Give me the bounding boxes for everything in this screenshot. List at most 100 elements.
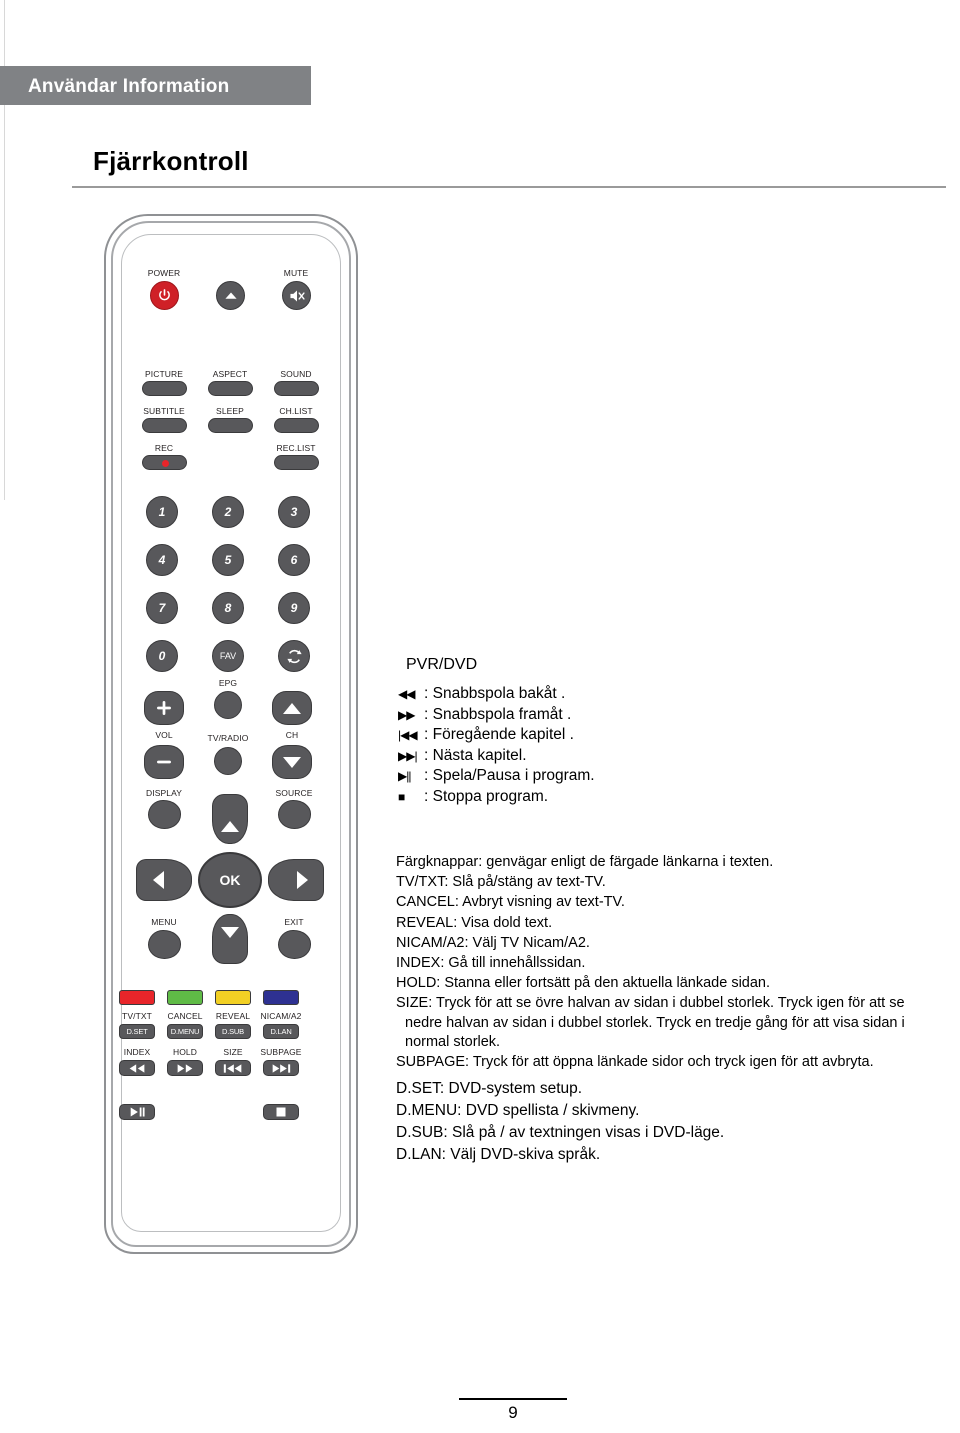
digit-4-button[interactable]: 4	[146, 544, 178, 576]
list-item: ▶▶ : Snabbspola framåt .	[398, 705, 818, 726]
sound-button[interactable]	[274, 381, 319, 396]
label-sound: SOUND	[280, 369, 312, 379]
label-ch-list: CH.LIST	[279, 406, 313, 416]
digit-7-button[interactable]: 7	[146, 592, 178, 624]
fast-forward-button[interactable]	[167, 1060, 203, 1076]
eject-icon	[224, 292, 237, 299]
d-set-button[interactable]: D.SET	[119, 1024, 155, 1039]
digit-8-button[interactable]: 8	[212, 592, 244, 624]
digit-0-button[interactable]: 0	[146, 640, 178, 672]
aspect-button[interactable]	[208, 381, 253, 396]
menu-button[interactable]	[148, 930, 181, 959]
footer-divider	[459, 1398, 567, 1400]
yellow-colour-button[interactable]	[215, 990, 251, 1005]
stop-icon: ■	[398, 789, 405, 804]
list-item-text: : Stoppa program.	[424, 787, 549, 805]
label-picture: PICTURE	[144, 369, 184, 379]
teletext-description-block: Färgknappar: genvägar enligt de färgade …	[396, 853, 926, 1166]
d-menu-button[interactable]: D.MENU	[167, 1024, 203, 1039]
next-track-icon	[272, 1063, 291, 1073]
triangle-left-icon	[152, 871, 164, 889]
previous-chapter-button[interactable]	[215, 1060, 251, 1076]
remote-control-illustration: POWER MUTE PICTURE ASPECT SOUND SUBTITLE…	[104, 214, 358, 1254]
stop-icon	[276, 1107, 286, 1117]
sleep-button[interactable]	[208, 418, 253, 433]
picture-button[interactable]	[142, 381, 187, 396]
eject-button[interactable]	[216, 281, 245, 310]
label-vol: VOL	[155, 730, 173, 740]
label-power: POWER	[147, 268, 181, 278]
rewind-button[interactable]	[119, 1060, 155, 1076]
exit-button[interactable]	[278, 930, 311, 959]
source-button[interactable]	[278, 800, 311, 829]
digit-5-button[interactable]: 5	[212, 544, 244, 576]
page-number: 9	[508, 1403, 518, 1422]
dvd-line: D.SUB: Slå på / av textningen visas i DV…	[396, 1124, 725, 1142]
channel-up-button[interactable]	[272, 691, 312, 725]
nav-down-button[interactable]	[212, 914, 248, 964]
digit-6-button[interactable]: 6	[278, 544, 310, 576]
title-divider	[72, 186, 946, 188]
dvd-line: D.LAN: Välj DVD-skiva språk.	[396, 1146, 601, 1164]
list-item: |◀◀ : Föregående kapitel .	[398, 725, 818, 746]
nav-right-button[interactable]	[268, 859, 324, 901]
stop-button[interactable]	[263, 1104, 299, 1120]
nav-left-button[interactable]	[136, 859, 192, 901]
subtitle-button[interactable]	[142, 418, 187, 433]
play-pause-icon	[130, 1107, 145, 1117]
pvr-dvd-list: ◀◀ : Snabbspola bakåt . ▶▶ : Snabbspola …	[398, 684, 818, 807]
description-line: REVEAL: Visa dold text.	[396, 914, 553, 931]
label-subpage: SUBPAGE	[260, 1047, 302, 1057]
volume-down-button[interactable]	[144, 745, 184, 779]
next-chapter-button[interactable]	[263, 1060, 299, 1076]
label-ch: CH	[285, 730, 299, 740]
label-menu: MENU	[151, 917, 177, 927]
d-sub-button[interactable]: D.SUB	[215, 1024, 251, 1039]
blue-colour-button[interactable]	[263, 990, 299, 1005]
triangle-up-icon	[283, 702, 301, 714]
description-line: TV/TXT: Slå på/stäng av text-TV.	[396, 874, 606, 891]
play-pause-button[interactable]	[119, 1104, 155, 1120]
ch-list-button[interactable]	[274, 418, 319, 433]
list-item-text: : Snabbspola framåt .	[424, 705, 572, 723]
remote-face: POWER MUTE PICTURE ASPECT SOUND SUBTITLE…	[104, 214, 358, 1254]
pvr-dvd-heading: PVR/DVD	[406, 656, 478, 673]
description-line: SIZE: Tryck för att se övre halvan av si…	[396, 995, 905, 1050]
label-sleep: SLEEP	[216, 406, 244, 416]
volume-up-button[interactable]	[144, 691, 184, 725]
nav-up-button[interactable]	[212, 794, 248, 844]
minus-icon	[157, 760, 171, 764]
digit-1-button[interactable]: 1	[146, 496, 178, 528]
power-button[interactable]	[150, 281, 179, 310]
list-item-text: : Föregående kapitel .	[424, 726, 574, 743]
rewind-icon	[129, 1063, 145, 1073]
d-lan-button[interactable]: D.LAN	[263, 1024, 299, 1039]
rewind-icon: ◀◀	[398, 687, 415, 701]
recall-button[interactable]	[278, 640, 310, 672]
tv-radio-button[interactable]	[214, 747, 242, 775]
label-cancel: CANCEL	[167, 1011, 203, 1021]
rec-list-button[interactable]	[274, 455, 319, 470]
triangle-down-icon	[221, 926, 239, 938]
record-dot-icon	[162, 460, 169, 467]
rec-button[interactable]	[142, 455, 187, 470]
mute-speaker-icon	[289, 290, 305, 301]
description-line: HOLD: Stanna eller fortsätt på den aktue…	[396, 975, 771, 992]
label-tv-radio: TV/RADIO	[207, 733, 249, 743]
green-colour-button[interactable]	[167, 990, 203, 1005]
epg-button[interactable]	[214, 691, 242, 719]
mute-button[interactable]	[282, 281, 311, 310]
display-button[interactable]	[148, 800, 181, 829]
dvd-line: D.SET: DVD-system setup.	[396, 1080, 583, 1098]
label-epg: EPG	[218, 678, 238, 688]
label-display: DISPLAY	[146, 788, 182, 798]
digit-9-button[interactable]: 9	[278, 592, 310, 624]
section-header-label: Användar Information	[28, 76, 230, 97]
channel-down-button[interactable]	[272, 745, 312, 779]
red-colour-button[interactable]	[119, 990, 155, 1005]
list-item-text: : Spela/Pausa i program.	[424, 767, 595, 784]
fav-button[interactable]: FAV	[212, 640, 244, 672]
digit-2-button[interactable]: 2	[212, 496, 244, 528]
digit-3-button[interactable]: 3	[278, 496, 310, 528]
ok-button[interactable]: OK	[198, 852, 262, 908]
